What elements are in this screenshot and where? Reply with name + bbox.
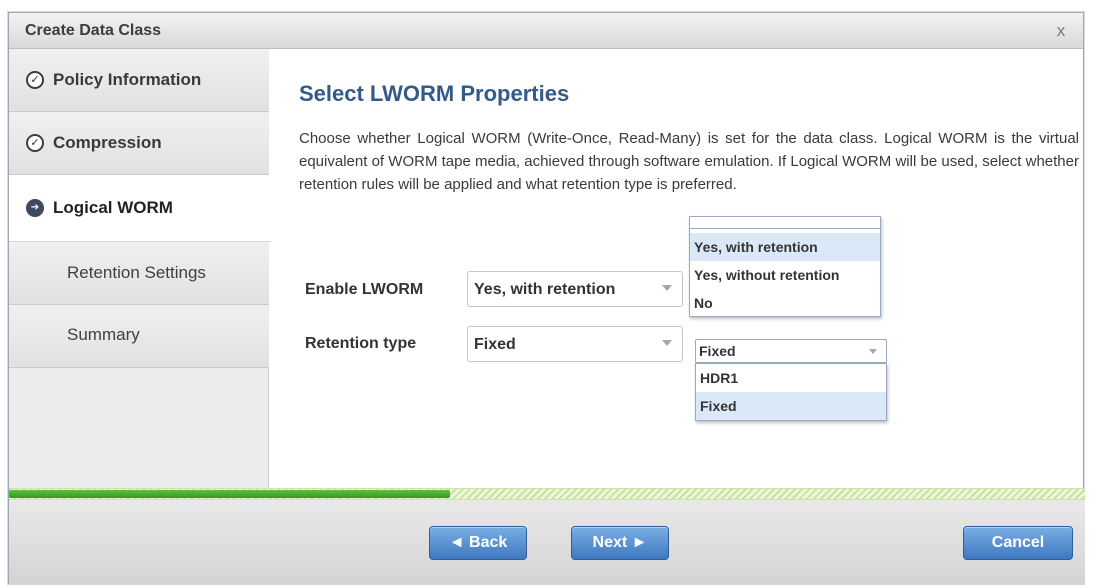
dropdown-header-edge	[690, 217, 880, 229]
close-icon[interactable]: x	[1051, 21, 1071, 41]
main-content: Select LWORM Properties Choose whether L…	[271, 49, 1083, 488]
retention-type-dropdown-value: Fixed	[699, 343, 736, 359]
wizard-progress-bar	[9, 488, 1085, 500]
back-button[interactable]: ◄ Back	[429, 526, 527, 560]
sidebar-item-compression[interactable]: ✓ Compression	[9, 112, 269, 175]
next-button[interactable]: Next ►	[571, 526, 669, 560]
sidebar-item-label: Compression	[53, 133, 162, 152]
cancel-button[interactable]: Cancel	[963, 526, 1073, 560]
dialog-footer: ◄ Back Next ► Cancel	[9, 500, 1085, 585]
enable-lworm-value: Yes, with retention	[474, 281, 616, 298]
option-fixed[interactable]: Fixed	[696, 392, 886, 420]
chevron-down-icon	[869, 349, 877, 354]
check-circle-icon: ✓	[26, 71, 44, 89]
sidebar-item-label: Retention Settings	[67, 263, 206, 282]
retention-type-label: Retention type	[305, 335, 417, 352]
option-yes-without-retention[interactable]: Yes, without retention	[690, 261, 880, 289]
page-description: Choose whether Logical WORM (Write-Once,…	[299, 130, 1079, 193]
sidebar-item-retention-settings[interactable]: Retention Settings	[9, 242, 269, 305]
sidebar-item-logical-worm[interactable]: ➔ Logical WORM	[9, 175, 271, 242]
enable-lworm-dropdown-list: Yes, with retention Yes, without retenti…	[689, 216, 881, 317]
wizard-steps-sidebar: ✓ Policy Information ✓ Compression ➔ Log…	[9, 49, 271, 488]
page-title: Select LWORM Properties	[299, 81, 570, 106]
retention-type-dropdown-select[interactable]: Fixed	[695, 339, 887, 363]
option-no[interactable]: No	[690, 289, 880, 317]
chevron-down-icon	[662, 340, 672, 346]
sidebar-item-label: Logical WORM	[53, 198, 173, 217]
sidebar-item-label: Summary	[67, 325, 140, 344]
option-yes-with-retention[interactable]: Yes, with retention	[690, 233, 880, 261]
enable-lworm-select[interactable]: Yes, with retention	[467, 271, 683, 307]
chevron-down-icon	[662, 285, 672, 291]
arrow-circle-icon: ➔	[26, 199, 44, 217]
dialog-title: Create Data Class	[25, 22, 162, 39]
sidebar-item-summary[interactable]: Summary	[9, 305, 269, 368]
check-circle-icon: ✓	[26, 134, 44, 152]
retention-type-select[interactable]: Fixed	[467, 326, 683, 362]
progress-fill	[9, 490, 451, 498]
create-data-class-dialog: Create Data Class x ✓ Policy Information…	[8, 12, 1085, 585]
enable-lworm-label: Enable LWORM	[305, 281, 424, 298]
sidebar-item-policy-information[interactable]: ✓ Policy Information	[9, 49, 269, 112]
dialog-titlebar: Create Data Class x	[9, 13, 1083, 49]
retention-type-value: Fixed	[474, 336, 516, 353]
sidebar-item-label: Policy Information	[53, 70, 202, 89]
retention-type-dropdown-list: HDR1 Fixed	[695, 363, 887, 421]
option-hdr1[interactable]: HDR1	[696, 364, 886, 392]
